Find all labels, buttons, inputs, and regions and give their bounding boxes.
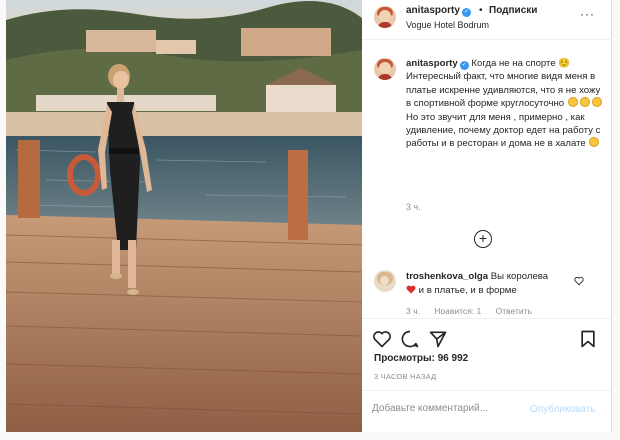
comment-text-continued: и в платье, и в форме xyxy=(418,285,517,296)
plus-circle-icon[interactable]: + xyxy=(474,230,492,248)
reply-button[interactable]: Ответить xyxy=(496,306,532,314)
action-bar xyxy=(362,318,612,358)
caption-username[interactable]: anitasporty xyxy=(406,58,458,69)
comment-likes[interactable]: Нравится: 1 xyxy=(434,306,481,314)
comment-heart-icon[interactable] xyxy=(574,276,584,286)
post-caption: anitasporty ✓ Когда не на спорте ☺️ Интер… xyxy=(406,57,606,151)
comment-avatar[interactable] xyxy=(374,270,396,292)
comment: troshenkova_olga Вы королева и в платье,… xyxy=(406,270,576,298)
separator-dot: • xyxy=(479,5,483,16)
bookmark-icon[interactable] xyxy=(578,329,598,349)
red-heart-emoji-icon xyxy=(406,285,416,294)
verified-badge-icon: ✓ xyxy=(461,8,471,17)
comment-icon[interactable] xyxy=(400,329,420,349)
comment-username[interactable]: troshenkova_olga xyxy=(406,271,488,282)
follow-button[interactable]: Подписки xyxy=(489,5,537,16)
grinning-sweat-emoji-icon xyxy=(589,137,600,148)
caption-time[interactable]: 3 ч. xyxy=(406,202,421,212)
grinning-sweat-emoji-icon xyxy=(591,97,602,108)
post-photo[interactable] xyxy=(6,0,362,432)
heart-icon[interactable] xyxy=(372,329,392,349)
paper-plane-icon[interactable] xyxy=(428,329,448,349)
comment-input[interactable] xyxy=(372,403,522,414)
post-header: anitasporty ✓ • Подписки Vogue Hotel Bodr… xyxy=(362,0,612,40)
post-side-panel: anitasporty ✓ • Подписки Vogue Hotel Bodr… xyxy=(362,0,612,432)
more-options-icon[interactable]: ··· xyxy=(580,7,595,21)
comment-meta: 3 ч. Нравится: 1 Ответить xyxy=(406,306,606,314)
caption-avatar[interactable] xyxy=(374,58,396,80)
verified-badge-icon: ✓ xyxy=(459,61,469,70)
views-count[interactable]: Просмотры: 96 992 xyxy=(374,353,468,364)
username[interactable]: anitasporty xyxy=(406,5,460,16)
comment-time[interactable]: 3 ч. xyxy=(406,306,420,314)
caption-text-continued: Но это звучит для меня , примерно , как … xyxy=(406,111,601,150)
username-link[interactable]: anitasporty ✓ xyxy=(406,5,471,17)
avatar[interactable] xyxy=(374,6,396,28)
comment-text: Вы королева xyxy=(490,271,549,282)
add-comment-bar: Опубликовать xyxy=(362,390,612,432)
grinning-sweat-emoji-icon xyxy=(579,97,590,108)
post-timestamp[interactable]: 3 ЧАСОВ НАЗАД xyxy=(374,372,437,381)
location-link[interactable]: Vogue Hotel Bodrum xyxy=(406,20,489,30)
publish-button[interactable]: Опубликовать xyxy=(530,404,595,415)
grinning-sweat-emoji-icon xyxy=(567,97,578,108)
photo-scene xyxy=(6,0,362,432)
